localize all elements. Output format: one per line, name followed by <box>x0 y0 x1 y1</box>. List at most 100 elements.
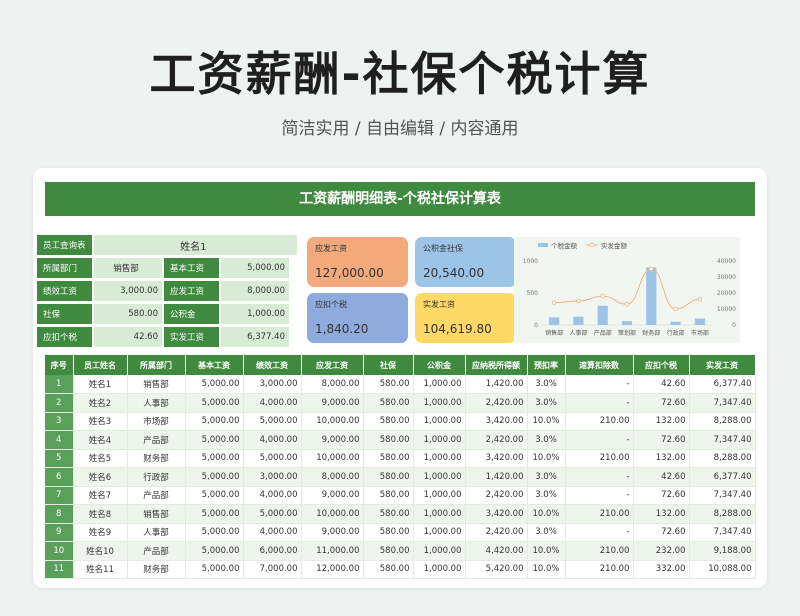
table-cell[interactable]: 4,000.00 <box>243 393 302 413</box>
table-row[interactable]: 6 姓名6 行政部 5,000.00 3,000.00 8,000.00 580.00 1,0… <box>45 467 756 487</box>
row-index-cell[interactable]: 4 <box>45 430 74 450</box>
table-cell[interactable]: 1,000.00 <box>413 523 466 542</box>
table-cell[interactable]: 580.00 <box>363 430 414 450</box>
table-cell[interactable]: 5,000.00 <box>243 449 302 468</box>
table-cell[interactable]: 产品部 <box>127 541 186 561</box>
table-cell[interactable]: 姓名10 <box>73 541 128 561</box>
table-cell[interactable]: 10.0% <box>527 449 566 468</box>
table-cell[interactable]: 12,000.00 <box>301 560 364 579</box>
table-cell[interactable]: 3.0% <box>527 393 566 413</box>
table-cell[interactable]: - <box>565 467 634 487</box>
table-cell[interactable]: 10.0% <box>527 504 566 524</box>
column-header[interactable]: 所属部门 <box>127 355 186 375</box>
table-cell[interactable]: 市场部 <box>127 412 186 431</box>
table-cell[interactable]: 10.0% <box>527 541 566 561</box>
table-cell[interactable]: 7,000.00 <box>243 560 302 579</box>
table-cell[interactable]: 8,288.00 <box>689 449 756 468</box>
table-cell[interactable]: 3.0% <box>527 375 566 394</box>
table-cell[interactable]: 3,000.00 <box>243 375 302 394</box>
column-header[interactable]: 公积金 <box>413 355 466 375</box>
table-cell[interactable]: 3.0% <box>527 467 566 487</box>
table-cell[interactable]: 1,000.00 <box>413 412 466 431</box>
column-header[interactable]: 基本工资 <box>185 355 244 375</box>
table-cell[interactable]: - <box>565 486 634 505</box>
table-cell[interactable]: 5,000.00 <box>185 467 244 487</box>
table-row[interactable]: 11 姓名11 财务部 5,000.00 7,000.00 12,000.00 580.00… <box>45 560 756 579</box>
table-cell[interactable]: 5,000.00 <box>243 412 302 431</box>
table-cell[interactable]: 3,420.00 <box>465 412 528 431</box>
row-index-cell[interactable]: 8 <box>45 504 74 524</box>
table-cell[interactable]: 7,347.40 <box>689 430 756 450</box>
table-cell[interactable]: 1,000.00 <box>413 486 466 505</box>
table-cell[interactable]: 10,000.00 <box>301 449 364 468</box>
table-cell[interactable]: 姓名4 <box>73 430 128 450</box>
table-cell[interactable]: 1,000.00 <box>413 375 466 394</box>
row-index-cell[interactable]: 10 <box>45 541 74 561</box>
table-cell[interactable]: - <box>565 393 634 413</box>
column-header[interactable]: 实发工资 <box>689 355 756 375</box>
table-cell[interactable]: 人事部 <box>127 523 186 542</box>
column-header[interactable]: 应发工资 <box>301 355 364 375</box>
table-cell[interactable]: 1,000.00 <box>413 560 466 579</box>
table-cell[interactable]: 3.0% <box>527 486 566 505</box>
table-cell[interactable]: 9,188.00 <box>689 541 756 561</box>
table-cell[interactable]: 4,000.00 <box>243 430 302 450</box>
table-cell[interactable]: 姓名3 <box>73 412 128 431</box>
table-cell[interactable]: 姓名9 <box>73 523 128 542</box>
table-cell[interactable]: 财务部 <box>127 560 186 579</box>
table-cell[interactable]: 580.00 <box>363 560 414 579</box>
table-cell[interactable]: 210.00 <box>565 449 634 468</box>
table-cell[interactable]: 6,377.40 <box>689 467 756 487</box>
table-cell[interactable]: 5,000.00 <box>185 486 244 505</box>
column-header[interactable]: 绩效工资 <box>243 355 302 375</box>
table-cell[interactable]: 1,000.00 <box>413 541 466 561</box>
table-cell[interactable]: - <box>565 523 634 542</box>
table-cell[interactable]: 11,000.00 <box>301 541 364 561</box>
table-cell[interactable]: 9,000.00 <box>301 393 364 413</box>
table-cell[interactable]: 72.60 <box>633 430 690 450</box>
table-cell[interactable]: 580.00 <box>363 467 414 487</box>
table-cell[interactable]: 5,000.00 <box>185 393 244 413</box>
column-header[interactable]: 社保 <box>363 355 414 375</box>
table-cell[interactable]: 7,347.40 <box>689 486 756 505</box>
table-cell[interactable]: 5,000.00 <box>185 560 244 579</box>
table-cell[interactable]: - <box>565 430 634 450</box>
table-cell[interactable]: 人事部 <box>127 393 186 413</box>
row-index-cell[interactable]: 6 <box>45 467 74 487</box>
table-row[interactable]: 1 姓名1 销售部 5,000.00 3,000.00 8,000.00 580.00 1,0… <box>45 375 756 394</box>
table-cell[interactable]: 580.00 <box>363 449 414 468</box>
table-cell[interactable]: 72.60 <box>633 523 690 542</box>
table-cell[interactable]: 5,000.00 <box>185 430 244 450</box>
table-cell[interactable]: 10.0% <box>527 412 566 431</box>
table-cell[interactable]: 210.00 <box>565 560 634 579</box>
table-cell[interactable]: 42.60 <box>633 467 690 487</box>
table-cell[interactable]: 姓名8 <box>73 504 128 524</box>
table-cell[interactable]: 姓名1 <box>73 375 128 394</box>
table-cell[interactable]: 5,000.00 <box>185 375 244 394</box>
table-cell[interactable]: 72.60 <box>633 393 690 413</box>
table-cell[interactable]: 8,000.00 <box>301 375 364 394</box>
table-cell[interactable]: 销售部 <box>127 504 186 524</box>
table-cell[interactable]: 1,000.00 <box>413 430 466 450</box>
row-index-cell[interactable]: 1 <box>45 375 74 394</box>
table-cell[interactable]: 8,288.00 <box>689 504 756 524</box>
table-cell[interactable]: 580.00 <box>363 486 414 505</box>
table-cell[interactable]: 1,420.00 <box>465 375 528 394</box>
table-cell[interactable]: 132.00 <box>633 449 690 468</box>
table-cell[interactable]: 5,000.00 <box>185 504 244 524</box>
table-cell[interactable]: 5,000.00 <box>185 412 244 431</box>
table-cell[interactable]: 8,000.00 <box>301 467 364 487</box>
table-cell[interactable]: 580.00 <box>363 541 414 561</box>
table-row[interactable]: 3 姓名3 市场部 5,000.00 5,000.00 10,000.00 580.00 1,… <box>45 412 756 431</box>
table-cell[interactable]: 5,000.00 <box>185 541 244 561</box>
column-header[interactable]: 预扣率 <box>527 355 566 375</box>
table-cell[interactable]: 5,000.00 <box>185 523 244 542</box>
table-cell[interactable]: 580.00 <box>363 375 414 394</box>
column-header[interactable]: 应纳税所得额 <box>465 355 528 375</box>
employee-name-field[interactable]: 姓名1 <box>93 235 297 255</box>
table-cell[interactable]: 232.00 <box>633 541 690 561</box>
table-row[interactable]: 5 姓名5 财务部 5,000.00 5,000.00 10,000.00 580.00 1,… <box>45 449 756 468</box>
table-cell[interactable]: 姓名2 <box>73 393 128 413</box>
table-cell[interactable]: 2,420.00 <box>465 486 528 505</box>
table-cell[interactable]: 行政部 <box>127 467 186 487</box>
